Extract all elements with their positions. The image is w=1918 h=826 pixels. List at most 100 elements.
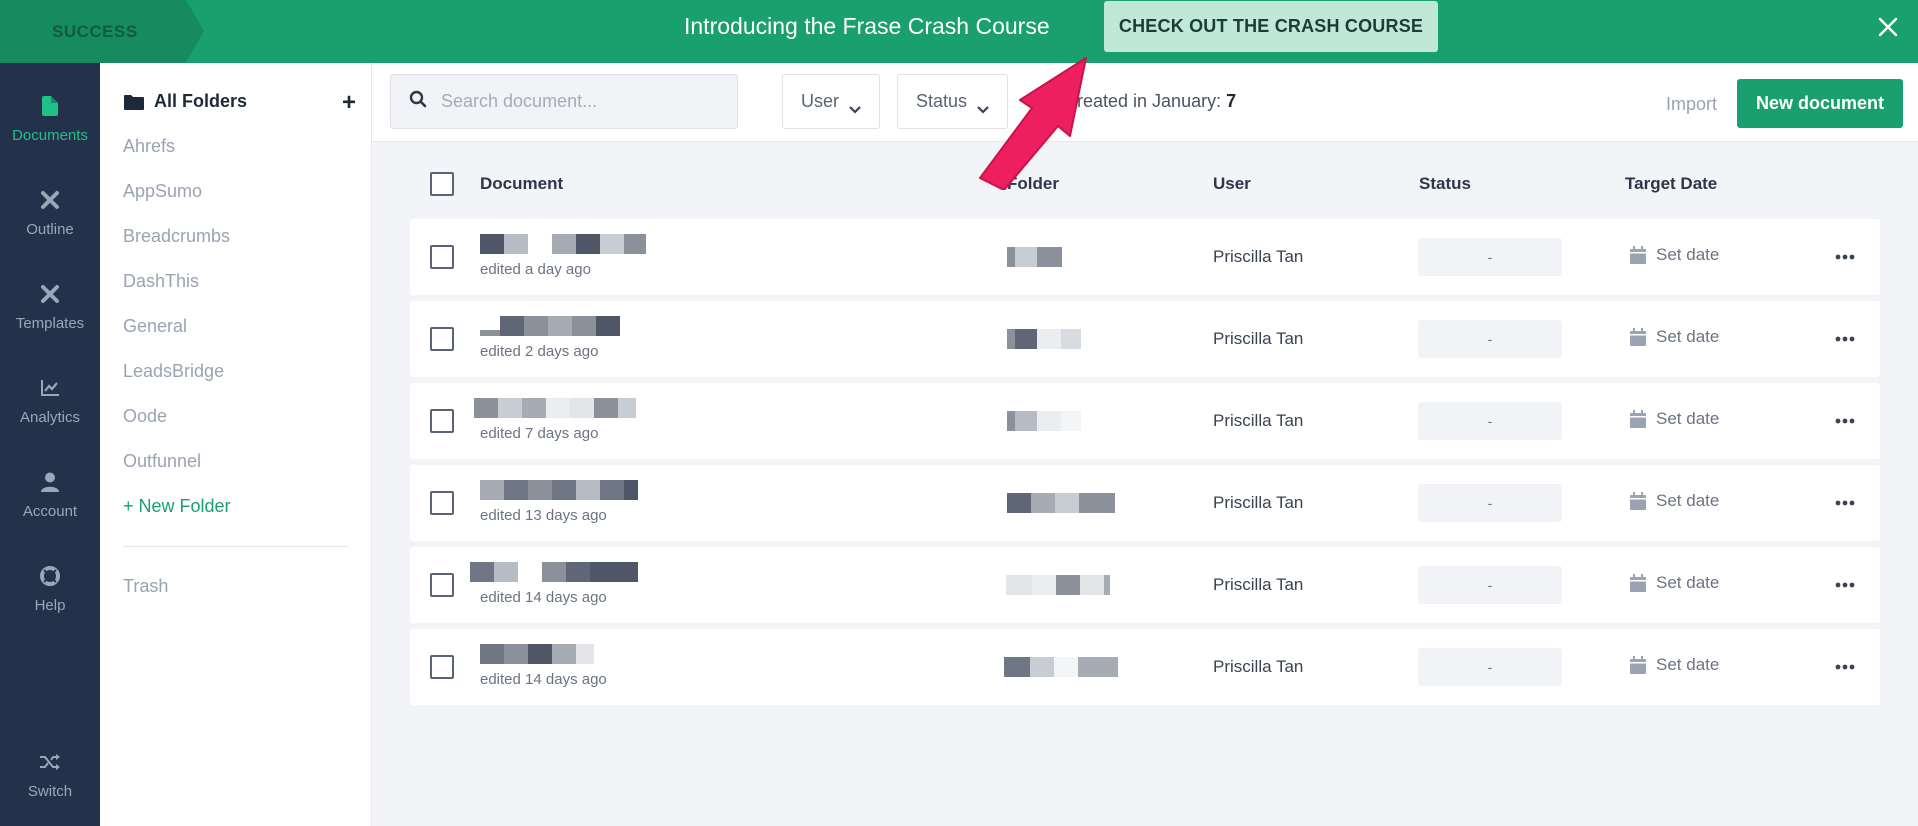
crash-course-button[interactable]: CHECK OUT THE CRASH COURSE <box>1104 1 1438 52</box>
nav-templates-label: Templates <box>15 315 85 332</box>
folder-item[interactable]: General <box>123 316 187 337</box>
more-options-icon[interactable] <box>1835 657 1857 677</box>
set-date-button[interactable]: Set date <box>1630 409 1719 429</box>
document-title-redacted[interactable] <box>480 480 638 500</box>
folder-item[interactable]: DashThis <box>123 271 199 292</box>
set-date-label: Set date <box>1656 245 1720 264</box>
more-options-icon[interactable] <box>1835 247 1857 267</box>
row-checkbox[interactable] <box>430 491 454 515</box>
set-date-label: Set date <box>1656 573 1720 592</box>
folder-redacted <box>1006 575 1110 595</box>
folder-item[interactable]: Outfunnel <box>123 451 201 472</box>
folder-item[interactable]: Oode <box>123 406 167 427</box>
calendar-icon <box>1630 656 1646 674</box>
header-document[interactable]: Document <box>480 174 563 194</box>
banner-text: Introducing the Frase Crash Course <box>684 13 1050 39</box>
row-checkbox[interactable] <box>430 245 454 269</box>
table-row[interactable]: edited 2 days ago Priscilla Tan - Set da… <box>410 301 1880 377</box>
set-date-button[interactable]: Set date <box>1630 573 1719 593</box>
set-date-button[interactable]: Set date <box>1630 245 1719 265</box>
header-target-date[interactable]: Target Date <box>1625 174 1717 194</box>
select-all-checkbox[interactable] <box>430 172 454 196</box>
row-user: Priscilla Tan <box>1213 493 1304 512</box>
document-title-redacted[interactable] <box>470 562 638 582</box>
document-title-redacted[interactable] <box>480 644 594 664</box>
user-icon <box>39 471 61 493</box>
folder-item[interactable]: Ahrefs <box>123 136 175 157</box>
nav-help-label: Help <box>34 597 66 614</box>
row-checkbox[interactable] <box>430 409 454 433</box>
status-badge[interactable]: - <box>1418 484 1562 522</box>
table-row[interactable]: edited 13 days ago Priscilla Tan - Set d… <box>410 465 1880 541</box>
all-folders-header[interactable]: All Folders + <box>124 89 356 116</box>
nav-documents-label: Documents <box>12 127 88 144</box>
row-checkbox[interactable] <box>430 573 454 597</box>
edited-time: edited 14 days ago <box>480 671 607 688</box>
document-title-redacted[interactable] <box>480 234 646 254</box>
set-date-label: Set date <box>1656 327 1720 346</box>
status-badge[interactable]: - <box>1418 566 1562 604</box>
add-folder-button[interactable]: + <box>342 89 356 117</box>
import-button[interactable]: Import <box>1666 94 1717 115</box>
status-badge[interactable]: - <box>1418 320 1562 358</box>
more-options-icon[interactable] <box>1835 575 1857 595</box>
table-row[interactable]: edited a day ago Priscilla Tan - Set dat… <box>410 219 1880 295</box>
table-row[interactable]: edited 14 days ago Priscilla Tan - Set d… <box>410 547 1880 623</box>
table-header: Document Folder User Status Target Date <box>410 162 1880 206</box>
main-nav: Documents Outline Templates Analytics Ac… <box>0 63 100 826</box>
user-filter-label: User <box>801 91 840 111</box>
nav-outline[interactable]: Outline <box>0 189 100 265</box>
folder-redacted <box>1004 657 1118 677</box>
folder-item[interactable]: Breadcrumbs <box>123 226 230 247</box>
folders-divider <box>123 546 348 547</box>
nav-analytics-label: Analytics <box>19 409 81 426</box>
nav-documents[interactable]: Documents <box>0 95 100 171</box>
nav-templates[interactable]: Templates <box>0 283 100 359</box>
set-date-button[interactable]: Set date <box>1630 655 1719 675</box>
nav-account[interactable]: Account <box>0 471 100 547</box>
calendar-icon <box>1630 246 1646 264</box>
folders-panel: All Folders + Ahrefs AppSumo Breadcrumbs… <box>100 63 372 826</box>
status-badge[interactable]: - <box>1418 648 1562 686</box>
edited-time: edited 13 days ago <box>480 507 607 524</box>
table-row[interactable]: edited 14 days ago Priscilla Tan - Set d… <box>410 629 1880 705</box>
calendar-icon <box>1630 328 1646 346</box>
created-number: 7 <box>1226 91 1237 111</box>
document-icon <box>39 95 61 117</box>
calendar-icon <box>1630 410 1646 428</box>
nav-analytics[interactable]: Analytics <box>0 377 100 453</box>
new-document-button[interactable]: New document <box>1737 79 1903 128</box>
row-checkbox[interactable] <box>430 327 454 351</box>
set-date-button[interactable]: Set date <box>1630 491 1719 511</box>
header-user[interactable]: User <box>1213 174 1251 194</box>
search-box[interactable] <box>390 74 738 129</box>
set-date-button[interactable]: Set date <box>1630 327 1719 347</box>
nav-help[interactable]: Help <box>0 565 100 641</box>
edited-time: edited 14 days ago <box>480 589 607 606</box>
folder-item[interactable]: AppSumo <box>123 181 202 202</box>
folder-item[interactable]: LeadsBridge <box>123 361 224 382</box>
calendar-icon <box>1630 492 1646 510</box>
nav-switch-label: Switch <box>27 783 73 800</box>
more-options-icon[interactable] <box>1835 411 1857 431</box>
row-checkbox[interactable] <box>430 655 454 679</box>
more-options-icon[interactable] <box>1835 493 1857 513</box>
trash-item[interactable]: Trash <box>123 576 168 597</box>
row-user: Priscilla Tan <box>1213 329 1304 348</box>
header-status[interactable]: Status <box>1419 174 1471 194</box>
new-folder-link[interactable]: + New Folder <box>123 496 231 517</box>
row-user: Priscilla Tan <box>1213 657 1304 676</box>
table-row[interactable]: edited 7 days ago Priscilla Tan - Set da… <box>410 383 1880 459</box>
status-badge[interactable]: - <box>1418 238 1562 276</box>
close-icon[interactable] <box>1874 13 1902 41</box>
shuffle-icon <box>39 751 61 773</box>
more-options-icon[interactable] <box>1835 329 1857 349</box>
document-title-redacted[interactable] <box>474 398 636 418</box>
nav-switch[interactable]: Switch <box>0 751 100 826</box>
status-badge[interactable]: - <box>1418 402 1562 440</box>
row-user: Priscilla Tan <box>1213 575 1304 594</box>
document-title-redacted[interactable] <box>480 316 620 336</box>
search-input[interactable] <box>441 91 721 112</box>
edited-time: edited 7 days ago <box>480 425 599 442</box>
user-filter-dropdown[interactable]: User <box>782 74 881 129</box>
